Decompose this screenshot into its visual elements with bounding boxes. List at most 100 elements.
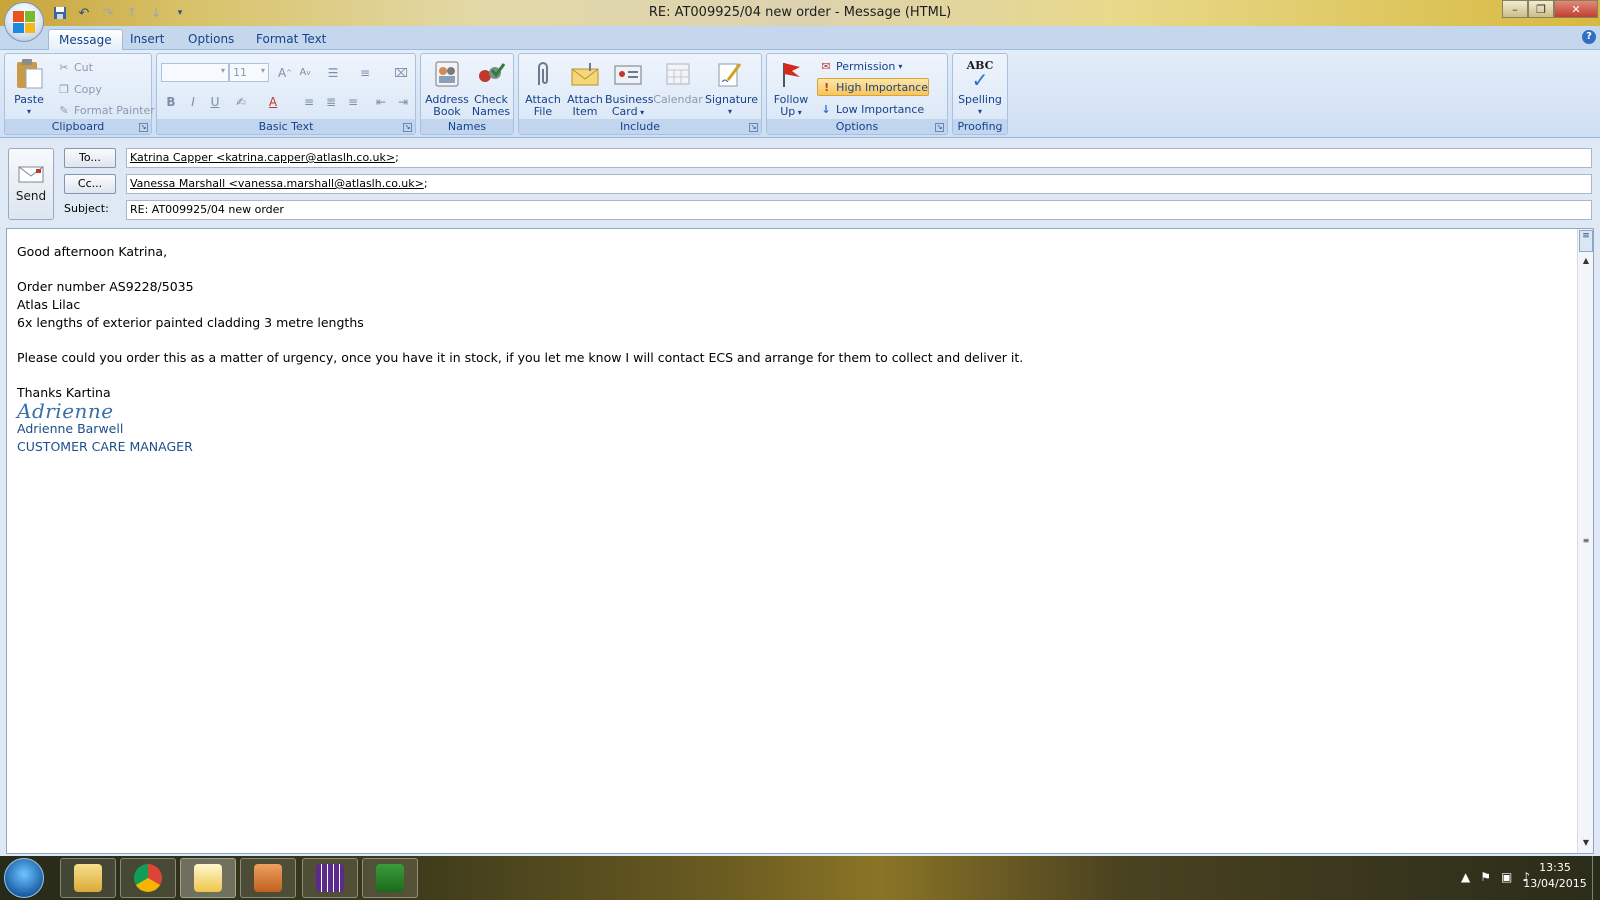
business-card-icon: [612, 58, 644, 90]
clipboard-launcher-icon[interactable]: ↘: [139, 123, 148, 132]
help-icon[interactable]: ?: [1582, 30, 1596, 44]
action-center-flag-icon[interactable]: ⚑: [1480, 870, 1491, 884]
to-separator: ;: [395, 151, 399, 164]
ruler-toggle-icon[interactable]: ≡: [1579, 230, 1593, 252]
thanks-line: Thanks Kartina: [17, 385, 111, 400]
attach-item-button[interactable]: Attach Item: [563, 56, 607, 118]
decrease-indent-icon[interactable]: ⇤: [371, 92, 391, 111]
highlight-icon[interactable]: ✍: [231, 92, 251, 111]
clipboard-group-label: Clipboard: [5, 119, 151, 134]
basic-text-launcher-icon[interactable]: ↘: [403, 123, 412, 132]
message-header: Send To... Katrina Capper <katrina.cappe…: [0, 138, 1600, 226]
paste-dropdown-icon: ▾: [26, 107, 31, 116]
align-center-icon[interactable]: ≣: [321, 92, 341, 111]
include-launcher-icon[interactable]: ↘: [749, 123, 758, 132]
names-group: Address Book Check Names Names: [420, 53, 514, 135]
high-importance-button[interactable]: ! High Importance: [817, 78, 929, 96]
office-button[interactable]: [4, 2, 44, 42]
increase-indent-icon[interactable]: ⇥: [393, 92, 413, 111]
to-field[interactable]: Katrina Capper <katrina.capper@atlaslh.c…: [126, 148, 1592, 168]
include-group-label: Include: [519, 119, 761, 134]
taskbar-contacts[interactable]: [240, 858, 296, 898]
restore-button[interactable]: ❐: [1528, 0, 1554, 18]
attach-file-label-2: File: [533, 105, 553, 118]
calendar-button[interactable]: Calendar: [653, 56, 703, 118]
start-button[interactable]: [4, 858, 44, 898]
message-body[interactable]: Good afternoon Katrina, Order number AS9…: [6, 228, 1594, 854]
paste-button[interactable]: Paste ▾: [7, 56, 51, 118]
font-color-icon[interactable]: A: [263, 92, 283, 111]
italic-icon[interactable]: I: [183, 92, 203, 111]
vertical-scrollbar[interactable]: ≡ ▲ ≡ ▼: [1577, 229, 1593, 853]
to-button[interactable]: To...: [64, 148, 116, 168]
signature-button[interactable]: Signature ▾: [705, 56, 758, 118]
underline-icon[interactable]: U: [205, 92, 225, 111]
chrome-icon: [134, 864, 162, 892]
permission-dropdown-icon: ▾: [898, 61, 903, 71]
font-size-combo[interactable]: 11 ▾: [229, 63, 269, 82]
clock-time: 13:35: [1539, 861, 1571, 874]
address-book-button[interactable]: Address Book: [425, 56, 469, 118]
calendar-label: Calendar: [653, 93, 703, 106]
spelling-check-icon: ABC ✓: [966, 59, 994, 92]
cut-button[interactable]: ✂ Cut: [57, 58, 93, 76]
down-arrow-icon: ↓: [821, 102, 831, 116]
permission-icon: ✉: [821, 59, 831, 73]
send-button[interactable]: Send: [8, 148, 54, 220]
scroll-up-icon[interactable]: ▲: [1580, 255, 1592, 267]
clear-formatting-icon[interactable]: ⌧: [391, 63, 411, 82]
permission-label: Permission: [836, 59, 896, 73]
tab-insert[interactable]: Insert: [120, 29, 174, 50]
cc-field[interactable]: Vanessa Marshall <vanessa.marshall@atlas…: [126, 174, 1592, 194]
subject-value: RE: AT009925/04 new order: [130, 203, 284, 216]
align-right-icon[interactable]: ≡: [343, 92, 363, 111]
bullets-icon[interactable]: ☰: [323, 63, 343, 82]
minimize-button[interactable]: –: [1502, 0, 1528, 18]
attach-item-label-2: Item: [572, 105, 598, 118]
copy-button[interactable]: ❐ Copy: [57, 80, 102, 98]
network-icon[interactable]: ▣: [1501, 870, 1512, 884]
bold-icon[interactable]: B: [161, 92, 181, 111]
shrink-font-icon[interactable]: Av: [295, 63, 315, 82]
tab-message[interactable]: Message: [48, 29, 123, 50]
taskbar-chrome[interactable]: [120, 858, 176, 898]
signature-icon: [714, 58, 746, 90]
format-painter-label: Format Painter: [74, 103, 155, 117]
numbering-icon[interactable]: ≡: [355, 63, 375, 82]
format-painter-button[interactable]: ✎ Format Painter: [57, 101, 155, 119]
check-names-button[interactable]: Check Names: [469, 56, 513, 118]
taskbar-app-grid[interactable]: [302, 858, 358, 898]
to-recipient[interactable]: Katrina Capper <katrina.capper@atlaslh.c…: [130, 151, 395, 164]
tab-options[interactable]: Options: [178, 29, 244, 50]
address-book-label-2: Book: [433, 105, 461, 118]
options-launcher-icon[interactable]: ↘: [935, 123, 944, 132]
scroll-down-icon[interactable]: ▼: [1580, 837, 1592, 849]
cc-recipient[interactable]: Vanessa Marshall <vanessa.marshall@atlas…: [130, 177, 424, 190]
include-group: Attach File Attach Item Business Card ▾ …: [518, 53, 762, 135]
business-card-button[interactable]: Business Card ▾: [605, 56, 654, 118]
follow-up-button[interactable]: Follow Up ▾: [769, 56, 813, 118]
grow-font-icon[interactable]: A ^: [275, 63, 295, 82]
permission-button[interactable]: ✉ Permission ▾: [819, 57, 902, 75]
close-button[interactable]: ✕: [1554, 0, 1598, 18]
tab-format-text[interactable]: Format Text: [246, 29, 336, 50]
scroll-thumb-grip-icon[interactable]: ≡: [1580, 535, 1592, 547]
cc-button[interactable]: Cc...: [64, 174, 116, 194]
align-left-icon[interactable]: ≡: [299, 92, 319, 111]
spelling-button[interactable]: ABC ✓ Spelling ▾: [958, 56, 1002, 118]
show-hidden-icons-icon[interactable]: ▲: [1461, 870, 1470, 884]
attach-file-button[interactable]: Attach File: [521, 56, 565, 118]
window-controls: – ❐ ✕: [1502, 0, 1598, 18]
low-importance-button[interactable]: ↓ Low Importance: [819, 100, 924, 118]
subject-field[interactable]: RE: AT009925/04 new order: [126, 200, 1592, 220]
order-number-line: Order number AS9228/5035: [17, 279, 194, 294]
signature-title: CUSTOMER CARE MANAGER: [17, 439, 193, 454]
window-title: RE: AT009925/04 new order - Message (HTM…: [648, 5, 952, 20]
show-desktop-button[interactable]: [1592, 856, 1600, 900]
taskbar-sage[interactable]: [362, 858, 418, 898]
calendar-icon: [662, 58, 694, 90]
font-name-combo[interactable]: ▾: [161, 63, 229, 82]
clock[interactable]: 13:35 13/04/2015: [1520, 860, 1590, 892]
taskbar-explorer[interactable]: [60, 858, 116, 898]
taskbar-outlook[interactable]: [180, 858, 236, 898]
